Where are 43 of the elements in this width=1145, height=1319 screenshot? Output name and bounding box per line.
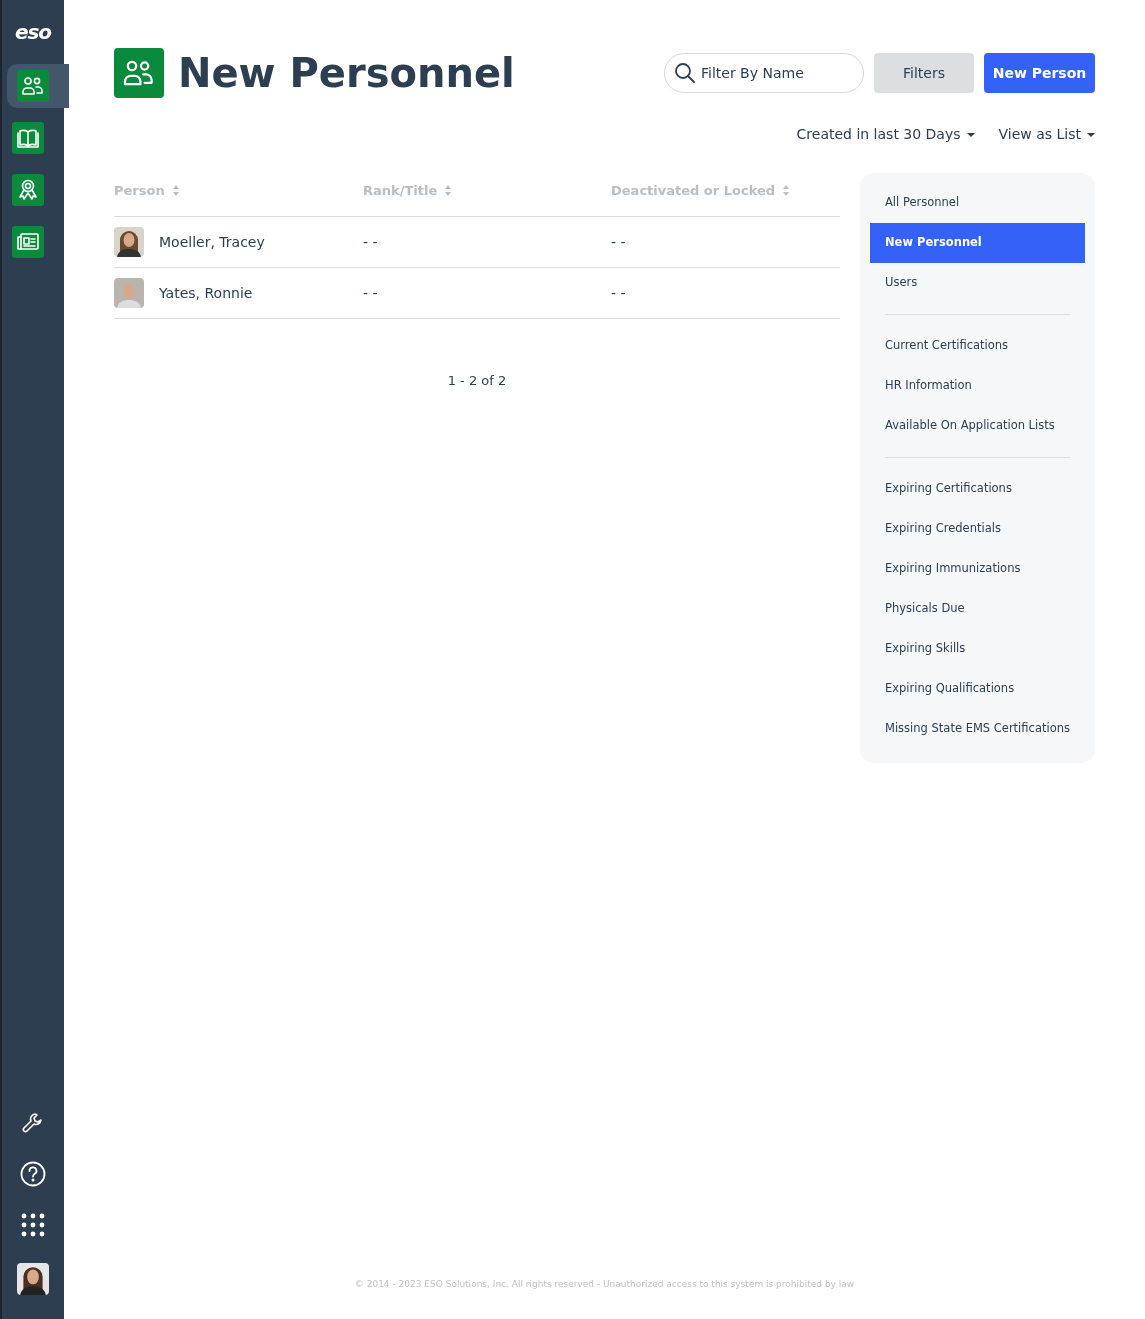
ribbon-icon bbox=[18, 179, 38, 201]
nav-button[interactable] bbox=[12, 122, 44, 154]
view-item[interactable]: Users bbox=[870, 263, 1085, 303]
view-item[interactable]: Expiring Immunizations bbox=[870, 549, 1085, 589]
people-icon bbox=[123, 59, 155, 87]
new-person-button[interactable]: New Person bbox=[984, 53, 1095, 93]
view-item[interactable]: Expiring Certifications bbox=[870, 469, 1085, 509]
logo: eso bbox=[14, 22, 52, 42]
nav-button[interactable] bbox=[17, 70, 49, 102]
search-field[interactable]: Filter By Name bbox=[664, 53, 864, 93]
pagination-count: 1 - 2 of 2 bbox=[446, 372, 508, 390]
help-icon[interactable] bbox=[20, 1161, 46, 1187]
sort-icon bbox=[783, 185, 790, 196]
dropdown[interactable]: View as List bbox=[998, 124, 1095, 145]
view-item[interactable]: Expiring Skills bbox=[870, 629, 1085, 669]
sort-icon bbox=[445, 185, 452, 196]
apps-grid-icon[interactable] bbox=[21, 1213, 45, 1237]
sort-icon bbox=[172, 185, 179, 196]
table-cell: - - bbox=[611, 234, 626, 250]
nav-button[interactable] bbox=[12, 226, 44, 258]
filters-button[interactable]: Filters bbox=[874, 53, 974, 93]
table-cell: - - bbox=[611, 285, 626, 301]
page-title: New Personnel bbox=[178, 53, 515, 93]
view-item[interactable]: Available On Application Lists bbox=[870, 406, 1085, 446]
user-avatar[interactable] bbox=[17, 1263, 49, 1295]
view-item[interactable]: Expiring Credentials bbox=[870, 509, 1085, 549]
people-icon bbox=[22, 76, 44, 96]
view-item[interactable]: Physicals Due bbox=[870, 589, 1085, 629]
view-item[interactable]: HR Information bbox=[870, 366, 1085, 406]
person-name[interactable]: Moeller, Tracey bbox=[159, 231, 265, 253]
view-item[interactable]: Expiring Qualifications bbox=[870, 669, 1085, 709]
table-cell: - - bbox=[363, 234, 378, 250]
person-name[interactable]: Yates, Ronnie bbox=[159, 282, 253, 304]
wrench-icon[interactable] bbox=[21, 1111, 45, 1135]
nav-button[interactable] bbox=[12, 174, 44, 206]
book-icon bbox=[17, 127, 39, 149]
view-item[interactable]: Current Certifications bbox=[870, 326, 1085, 366]
view-item[interactable]: New Personnel bbox=[870, 223, 1085, 263]
view-item[interactable]: Missing State EMS Certifications bbox=[870, 709, 1085, 749]
dropdown[interactable]: Created in last 30 Days bbox=[796, 124, 975, 145]
view-item[interactable]: All Personnel bbox=[870, 183, 1085, 223]
table-cell: - - bbox=[363, 285, 378, 301]
newspaper-icon bbox=[17, 232, 39, 252]
